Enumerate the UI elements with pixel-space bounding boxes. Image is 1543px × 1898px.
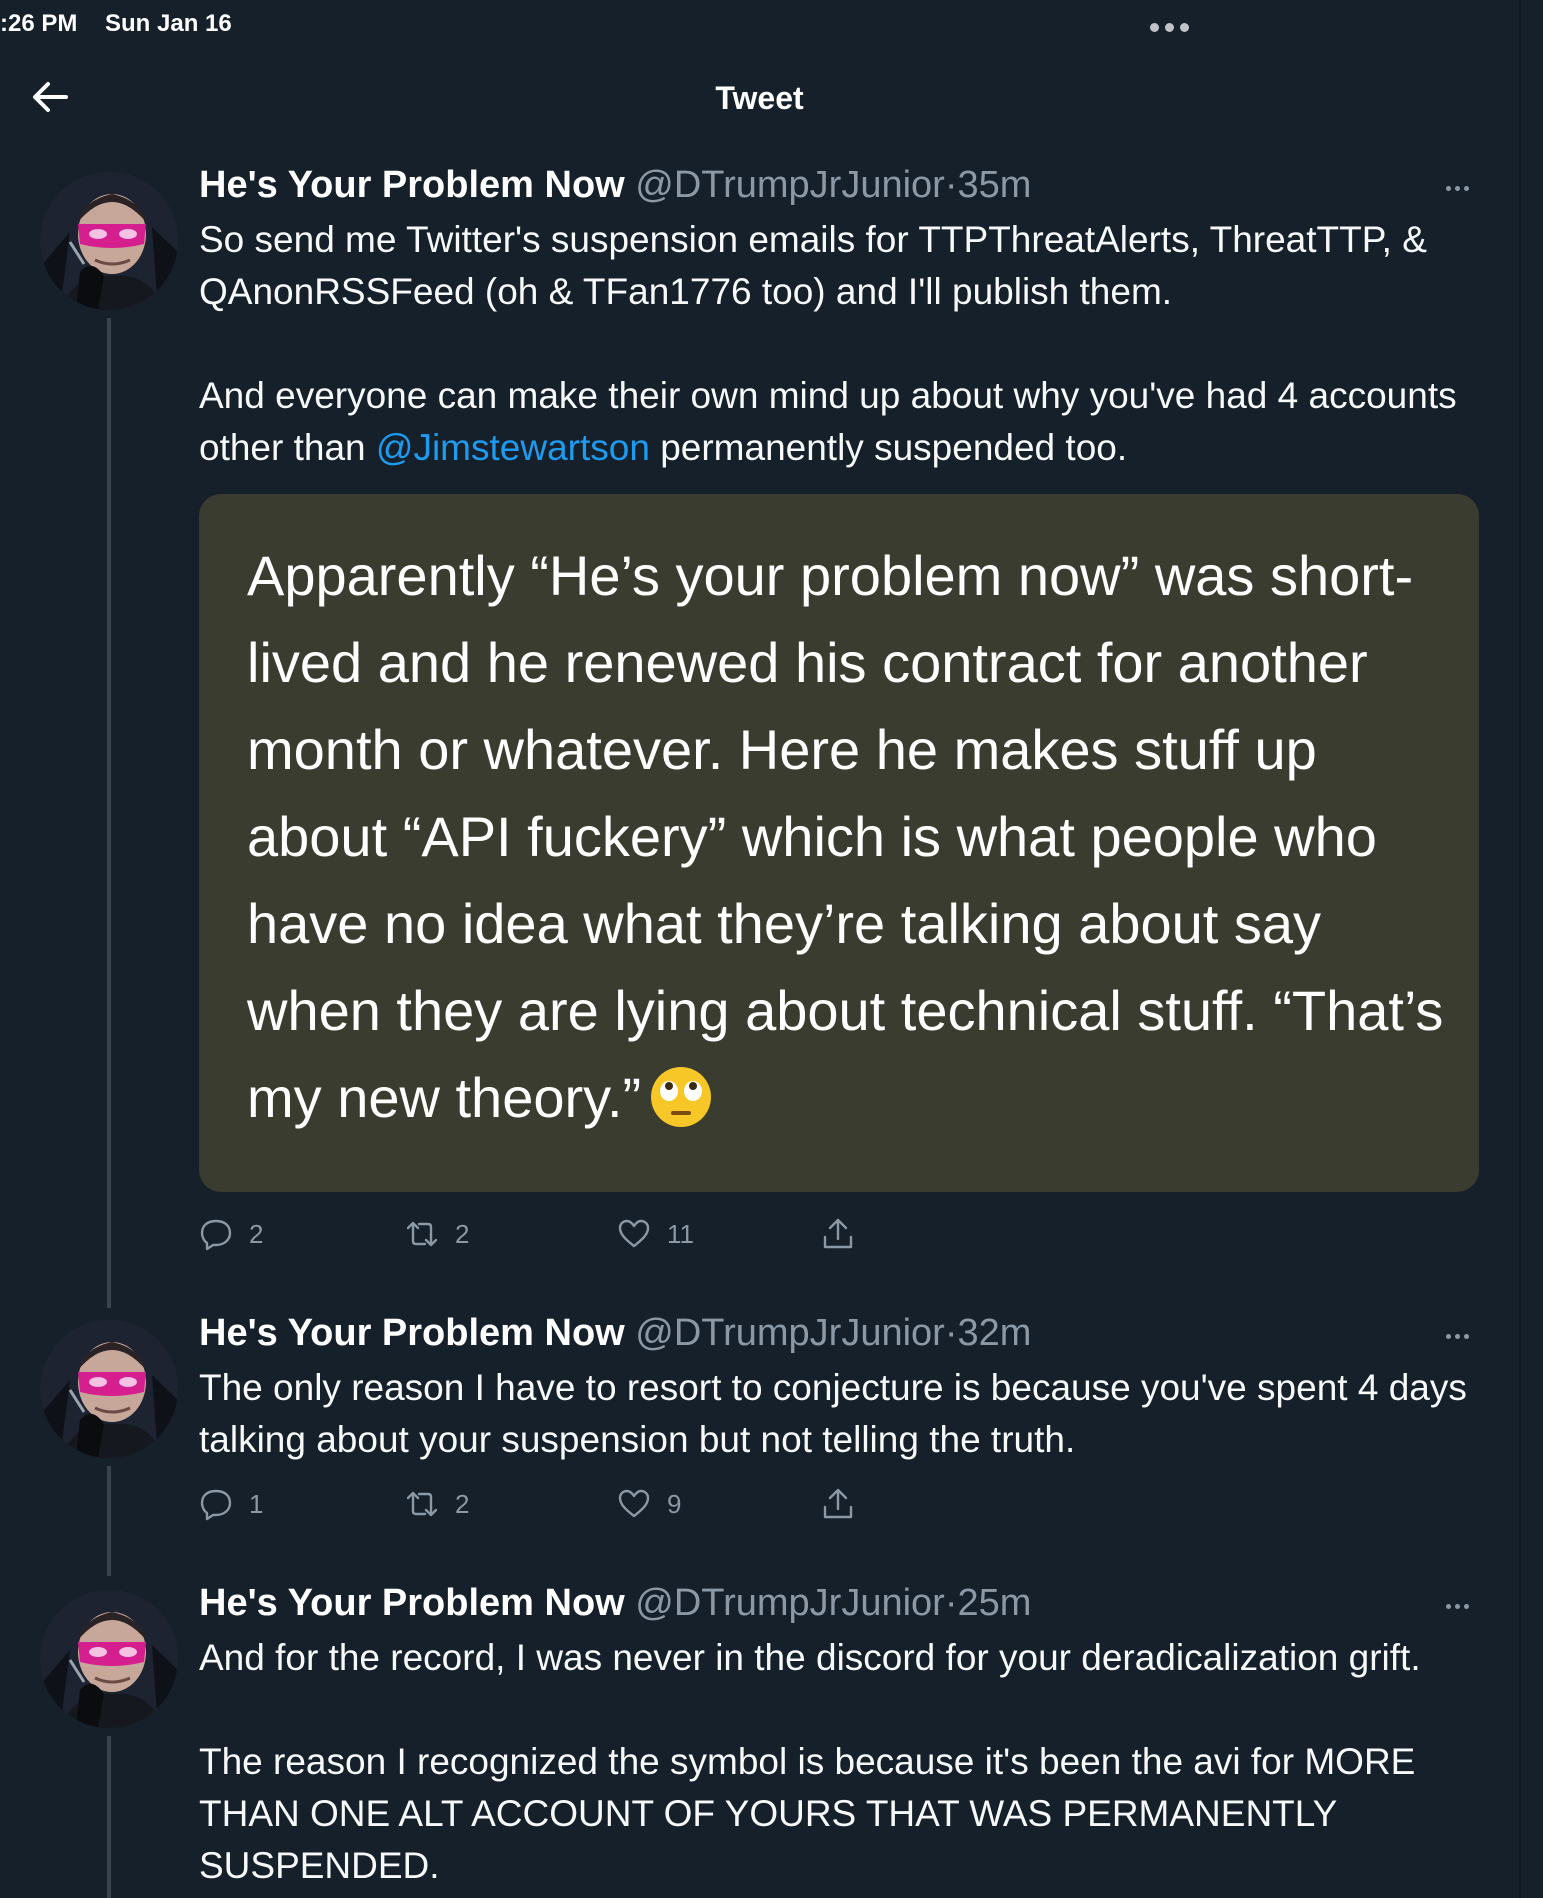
page-title: Tweet	[715, 80, 804, 116]
more-icon	[1446, 186, 1451, 191]
retweet-button[interactable]: 2	[405, 1214, 469, 1254]
share-button[interactable]	[821, 1484, 855, 1524]
tweet-header: He's Your Problem Now @DTrumpJrJunior·35…	[199, 164, 1031, 207]
more-button[interactable]	[1446, 1596, 1480, 1616]
split-divider	[1519, 0, 1521, 1898]
reply-icon	[200, 1489, 232, 1521]
retweet-icon	[406, 1491, 438, 1517]
tweet-actions: 1 2 9	[199, 1484, 899, 1524]
tweet-paragraph: The reason I recognized the symbol is be…	[199, 1741, 1416, 1886]
more-button[interactable]	[1446, 178, 1480, 198]
retweet-count: 2	[455, 1218, 470, 1249]
more-icon	[1446, 1334, 1451, 1339]
thread-line	[107, 1736, 111, 1898]
more-button[interactable]	[1446, 1326, 1480, 1346]
tweet-time[interactable]: 32m	[958, 1312, 1032, 1354]
top-bar: Tweet	[0, 60, 1519, 136]
thread-line	[107, 318, 111, 1308]
thread-line	[107, 1466, 111, 1576]
status-time: :26 PM	[0, 10, 78, 37]
quote-text: Apparently “He’s your problem now” was s…	[247, 532, 1467, 1141]
share-icon	[823, 1218, 853, 1249]
like-button[interactable]: 9	[617, 1484, 681, 1524]
like-icon	[618, 1489, 650, 1518]
reply-button[interactable]: 2	[199, 1214, 263, 1254]
tweet-header: He's Your Problem Now @DTrumpJrJunior·32…	[199, 1312, 1031, 1355]
tweet-time[interactable]: 25m	[958, 1582, 1032, 1624]
tweet-text: So send me Twitter's suspension emails f…	[199, 214, 1499, 474]
text-segment: permanently suspended too.	[649, 427, 1128, 468]
author-handle[interactable]: @DTrumpJrJunior	[635, 1312, 945, 1354]
separator: ·	[944, 1582, 958, 1624]
tweet-text: And for the record, I was never in the d…	[199, 1632, 1499, 1892]
author-name[interactable]: He's Your Problem Now	[199, 164, 625, 206]
reply-icon	[200, 1219, 232, 1251]
separator: ·	[944, 164, 958, 206]
face-with-rolling-eyes-emoji	[651, 1067, 712, 1127]
tweet-header: He's Your Problem Now @DTrumpJrJunior·25…	[199, 1582, 1031, 1625]
tweet-text: The only reason I have to resort to conj…	[199, 1362, 1499, 1466]
multitasking-dots-icon[interactable]	[1150, 19, 1195, 37]
retweet-button[interactable]: 2	[405, 1484, 469, 1524]
quote-image[interactable]: Apparently “He’s your problem now” was s…	[199, 494, 1479, 1192]
author-handle[interactable]: @DTrumpJrJunior	[635, 164, 945, 206]
like-button[interactable]: 11	[617, 1214, 694, 1254]
avatar[interactable]	[40, 1320, 178, 1458]
tweet-paragraph: So send me Twitter's suspension emails f…	[199, 219, 1427, 312]
status-bar: :26 PM Sun Jan 16	[0, 0, 1543, 48]
author-name[interactable]: He's Your Problem Now	[199, 1582, 625, 1624]
quote-text-content: Apparently “He’s your problem now” was s…	[247, 544, 1444, 1129]
tweet-actions: 2 2 11	[199, 1214, 899, 1254]
avatar[interactable]	[40, 1590, 178, 1728]
reply-count: 2	[249, 1218, 264, 1249]
author-name[interactable]: He's Your Problem Now	[199, 1312, 625, 1354]
avatar[interactable]	[40, 172, 178, 310]
share-button[interactable]	[821, 1214, 855, 1254]
reply-count: 1	[249, 1488, 264, 1519]
like-icon	[618, 1219, 650, 1248]
more-icon	[1446, 1604, 1451, 1609]
like-count: 9	[667, 1488, 682, 1519]
like-count: 11	[667, 1218, 694, 1249]
author-handle[interactable]: @DTrumpJrJunior	[635, 1582, 945, 1624]
tweet-paragraph: And for the record, I was never in the d…	[199, 1637, 1421, 1678]
status-date: Sun Jan 16	[105, 10, 232, 37]
tweet-paragraph: And everyone can make their own mind up …	[199, 370, 1499, 474]
retweet-count: 2	[455, 1488, 470, 1519]
retweet-icon	[406, 1221, 438, 1247]
reply-button[interactable]: 1	[199, 1484, 263, 1524]
tweet-paragraph: The only reason I have to resort to conj…	[199, 1367, 1467, 1460]
tweet-time[interactable]: 35m	[958, 164, 1032, 206]
share-icon	[823, 1488, 853, 1519]
separator: ·	[944, 1312, 958, 1354]
mention-link[interactable]: @Jimstewartson	[376, 427, 650, 468]
